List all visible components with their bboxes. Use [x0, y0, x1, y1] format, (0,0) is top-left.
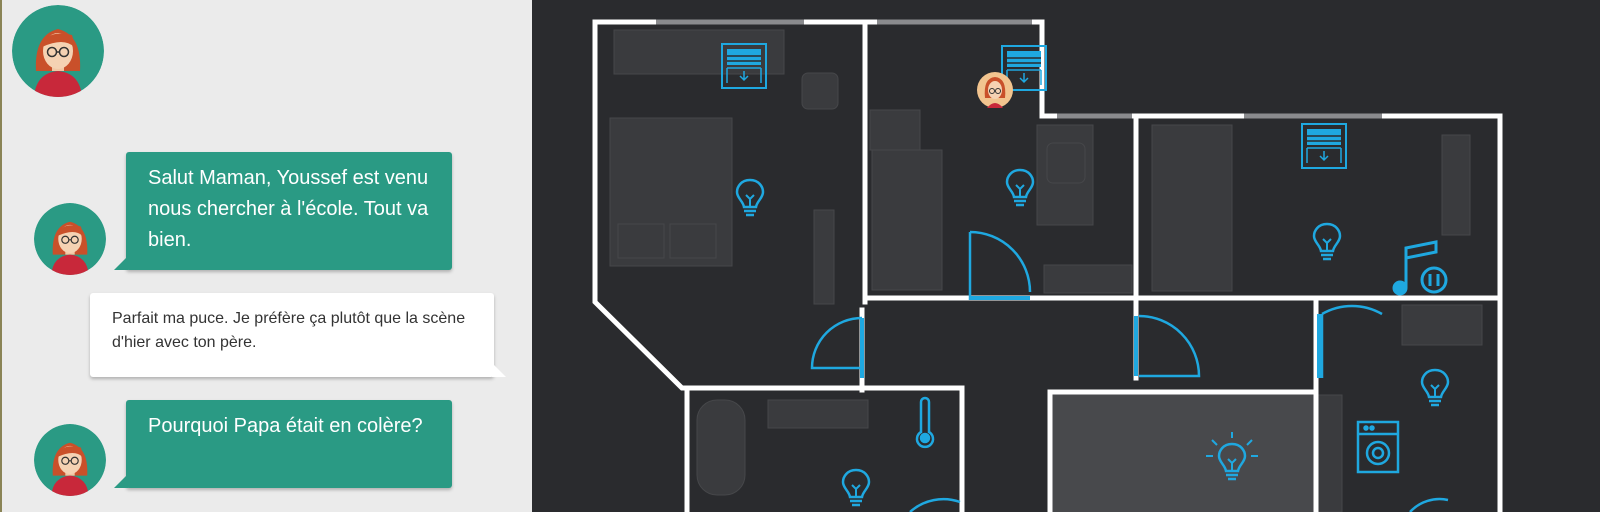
message-text: Salut Maman, Youssef est venu nous cherc…: [148, 167, 429, 251]
chat-panel: Salut Maman, Youssef est venu nous cherc…: [0, 0, 532, 512]
washing-machine-icon[interactable]: [1356, 420, 1400, 474]
message-text: Pourquoi Papa était en colère?: [148, 415, 423, 437]
lightbulb-icon[interactable]: [735, 178, 765, 217]
kitchen-lit-area: [1050, 392, 1316, 512]
message-bubble-outgoing[interactable]: Salut Maman, Youssef est venu nous cherc…: [114, 152, 452, 270]
contact-avatar[interactable]: [12, 5, 104, 97]
music-pause-icon[interactable]: [1392, 240, 1448, 296]
lightbulb-icon[interactable]: [1005, 168, 1035, 207]
thermometer-icon[interactable]: [915, 396, 935, 449]
message-bubble-outgoing[interactable]: Pourquoi Papa était en colère?: [114, 400, 452, 488]
window-blind-icon[interactable]: [1301, 123, 1347, 169]
girl-avatar-icon: [34, 203, 106, 275]
furniture-layer: [609, 29, 1483, 512]
floor-plan: [532, 0, 1600, 512]
lightbulb-icon[interactable]: [1312, 222, 1342, 261]
message-bubble-incoming[interactable]: Parfait ma puce. Je préfère ça plutôt qu…: [90, 293, 506, 377]
girl-avatar-icon: [34, 424, 106, 496]
lightbulb-icon[interactable]: [841, 468, 871, 507]
sender-avatar[interactable]: [34, 424, 106, 496]
lightbulb-icon[interactable]: [1420, 368, 1450, 407]
message-text: Parfait ma puce. Je préfère ça plutôt qu…: [112, 310, 466, 351]
bubble-tail: [114, 474, 128, 488]
sender-avatar[interactable]: [34, 203, 106, 275]
girl-avatar-icon: [12, 5, 104, 97]
bubble-tail: [114, 256, 128, 270]
user-location-icon[interactable]: [977, 72, 1013, 108]
bubble-tail: [492, 363, 506, 377]
